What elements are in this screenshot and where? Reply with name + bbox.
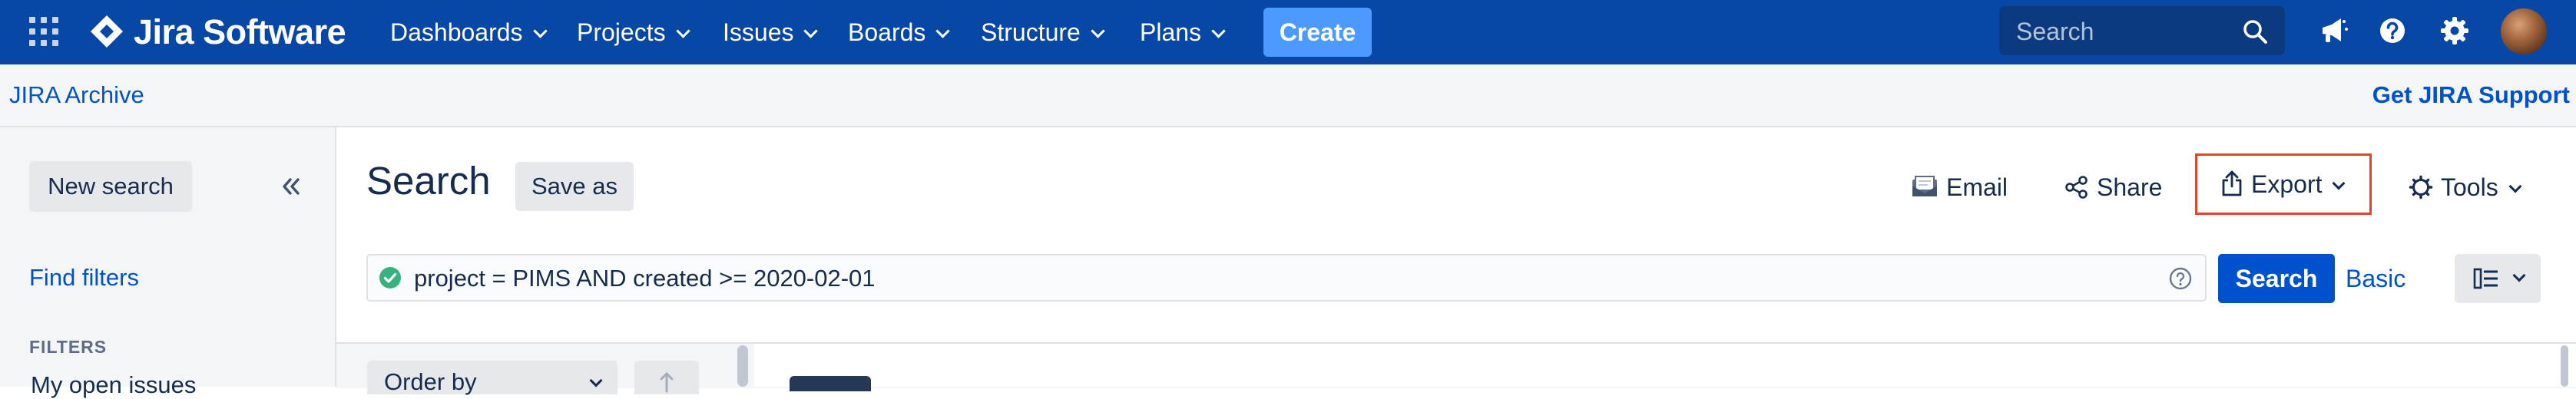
chevron-down-icon (1211, 24, 1226, 38)
filter-my-open-issues[interactable]: My open issues (31, 371, 196, 399)
chevron-down-icon (803, 24, 819, 38)
export-button[interactable]: Export (2195, 153, 2372, 215)
filters-heading: FILTERS (29, 337, 108, 357)
issue-detail-scrollbar[interactable] (2561, 345, 2568, 387)
valid-check-icon (379, 267, 401, 289)
product-name[interactable]: Jira Software (134, 9, 346, 55)
app-switcher-icon[interactable] (29, 17, 60, 48)
chevron-down-icon (2512, 269, 2526, 282)
share-icon (2065, 175, 2088, 199)
save-as-button[interactable]: Save as (515, 162, 634, 211)
nav-plans[interactable]: Plans (1140, 15, 1226, 49)
jira-logo-icon[interactable] (89, 14, 124, 49)
global-search (1999, 6, 2285, 55)
global-search-input[interactable] (2015, 14, 2233, 49)
issue-list-scrollbar[interactable] (737, 345, 748, 387)
tools-button-label: Tools (2441, 173, 2498, 201)
gear-icon (2409, 175, 2433, 199)
export-button-label: Export (2251, 170, 2323, 198)
nav-structure[interactable]: Structure (981, 15, 1105, 49)
email-icon (1912, 175, 1937, 196)
support-link[interactable]: Get JIRA Support (2372, 81, 2570, 109)
jql-query-field[interactable]: project = PIMS AND created >= 2020-02-01 (366, 254, 2207, 302)
chevron-down-icon (935, 24, 951, 38)
chevron-down-icon (2332, 176, 2346, 190)
tools-button[interactable]: Tools (2409, 163, 2522, 212)
email-button-label: Email (1946, 173, 2008, 201)
nav-boards-label: Boards (848, 18, 926, 46)
announcement-bar: JIRA Archive Get JIRA Support (0, 64, 2576, 127)
chevron-down-icon (2508, 180, 2522, 193)
basic-mode-link[interactable]: Basic (2346, 264, 2405, 293)
nav-issues-label: Issues (723, 18, 794, 46)
email-button[interactable]: Email (1911, 163, 2008, 212)
detail-view-icon (2473, 268, 2498, 289)
search-icon[interactable] (2242, 18, 2268, 45)
help-icon[interactable] (2168, 266, 2193, 291)
order-by-button[interactable]: Order by (367, 361, 618, 395)
share-button-label: Share (2097, 173, 2163, 201)
nav-projects-label: Projects (577, 18, 666, 46)
archive-link[interactable]: JIRA Archive (9, 81, 144, 109)
sort-direction-button[interactable] (634, 361, 699, 394)
nav-boards[interactable]: Boards (848, 15, 951, 49)
megaphone-icon[interactable] (2316, 14, 2350, 48)
top-navigation-bar: Jira Software Dashboards Projects Issues… (0, 0, 2576, 64)
help-icon[interactable] (2376, 14, 2409, 48)
chevron-down-icon (589, 374, 603, 387)
create-button[interactable]: Create (1263, 8, 1372, 57)
user-avatar[interactable] (2501, 8, 2547, 54)
nav-issues[interactable]: Issues (723, 15, 819, 49)
chevron-down-icon (532, 24, 548, 38)
nav-dashboards[interactable]: Dashboards (390, 15, 548, 49)
search-button[interactable]: Search (2218, 254, 2335, 303)
chevron-down-icon (675, 24, 690, 38)
nav-dashboards-label: Dashboards (390, 18, 523, 46)
export-icon (2222, 170, 2242, 196)
collapse-sidebar-icon[interactable] (280, 175, 303, 198)
gear-icon[interactable] (2438, 14, 2472, 48)
chevron-down-icon (1091, 24, 1105, 38)
filters-sidebar: New search Find filters FILTERS My open … (0, 127, 336, 398)
nav-plans-label: Plans (1140, 18, 1202, 46)
nav-projects[interactable]: Projects (577, 15, 690, 49)
share-button[interactable]: Share (2064, 163, 2162, 212)
new-search-button[interactable]: New search (29, 161, 192, 212)
layout-switcher-button[interactable] (2455, 254, 2541, 303)
jql-query-text[interactable]: project = PIMS AND created >= 2020-02-01 (414, 265, 876, 292)
arrow-up-icon (660, 372, 674, 393)
nav-structure-label: Structure (981, 18, 1081, 46)
find-filters-link[interactable]: Find filters (29, 264, 139, 292)
project-avatar (790, 376, 871, 391)
issue-detail-pane (754, 344, 2576, 387)
page-title: Search (366, 159, 491, 203)
order-by-label: Order by (384, 368, 477, 395)
